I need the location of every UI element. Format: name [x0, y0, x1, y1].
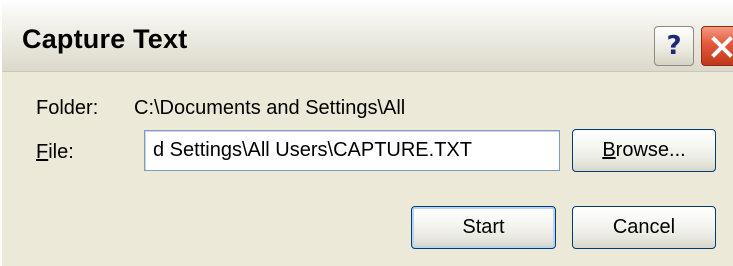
folder-path: C:\Documents and Settings\All — [134, 97, 406, 119]
browse-label: rowse... — [615, 139, 686, 161]
dialog-title: Capture Text — [22, 24, 188, 54]
file-path-input[interactable] — [144, 130, 560, 171]
help-button[interactable]: ? — [654, 26, 694, 66]
file-label: File: — [36, 141, 74, 164]
browse-button[interactable]: Browse... — [572, 129, 716, 172]
capture-text-dialog: Capture Text ? Folder: C:\Documents and … — [0, 0, 733, 266]
close-button[interactable] — [701, 26, 733, 66]
start-button[interactable]: Start — [411, 206, 556, 249]
cancel-label: Cancel — [612, 216, 676, 238]
start-label: Start — [462, 216, 505, 238]
browse-mnemonic: B — [602, 139, 616, 161]
help-icon: ? — [666, 31, 682, 61]
file-label-text: ile: — [48, 141, 74, 163]
title-bar[interactable]: Capture Text ? — [2, 2, 733, 72]
file-label-mnemonic: F — [36, 141, 49, 163]
folder-label: Folder: — [36, 97, 99, 119]
close-icon — [711, 36, 733, 58]
cancel-button[interactable]: Cancel — [572, 206, 716, 249]
